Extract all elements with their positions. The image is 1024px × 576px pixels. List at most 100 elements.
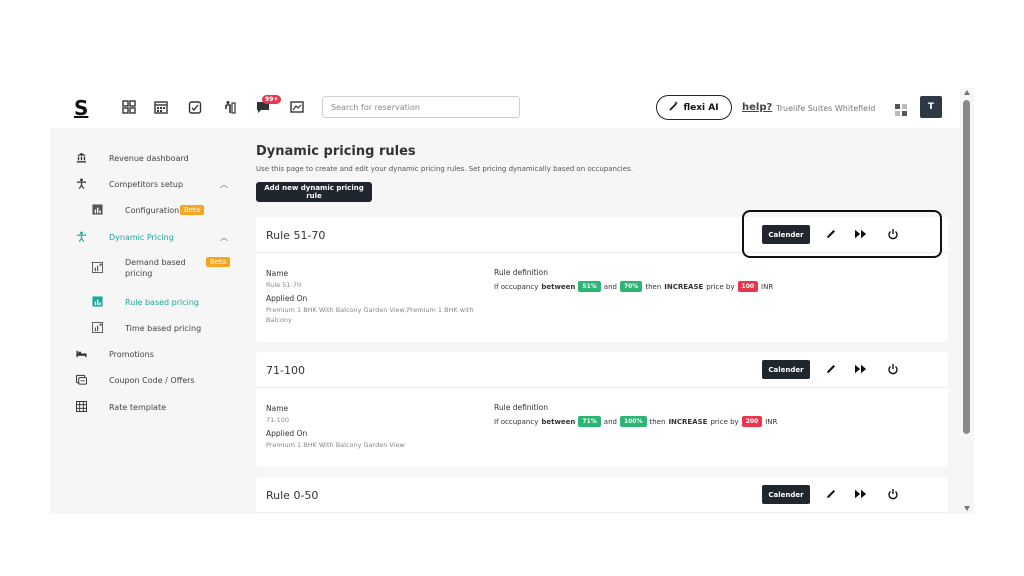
calendar-check-icon[interactable]: [186, 98, 204, 116]
sidebar-item-label: Rate template: [109, 403, 166, 412]
sidebar-item-demand-based-pricing[interactable]: Demand based pricing Beta: [50, 256, 240, 282]
chart-plus-icon: [92, 262, 104, 274]
user-avatar[interactable]: T: [920, 96, 942, 118]
app-logo[interactable]: S: [74, 96, 88, 120]
occupancy-to-pill: 70%: [619, 281, 643, 292]
rule-card: Rule 0-50 Calender: [256, 477, 948, 514]
occupancy-from-pill: 71%: [578, 416, 601, 427]
currency-text: INR: [765, 417, 778, 426]
sidebar-item-label: Demand based pricing: [125, 258, 186, 278]
calender-button[interactable]: Calender: [762, 360, 810, 379]
text-increase: INCREASE: [668, 417, 708, 426]
hotel-name[interactable]: Truelife Suites Whitefield: [776, 104, 875, 113]
text-between: between: [541, 282, 576, 291]
edit-icon[interactable]: [824, 487, 838, 501]
currency-text: INR: [761, 282, 774, 291]
applied-on-value: Premium 1 BHK With Balcony Garden View,P…: [266, 306, 474, 324]
text-and: and: [603, 417, 617, 426]
page-description: Use this page to create and edit your dy…: [256, 165, 633, 173]
scroll-down-arrow-icon[interactable]: [964, 506, 970, 511]
rule-name-value: Rule 51-70: [266, 281, 302, 289]
person-icon: [76, 231, 88, 243]
table-icon: [75, 400, 88, 413]
occupancy-from-pill: 51%: [578, 281, 601, 292]
sidebar-item-rate-template[interactable]: Rate template: [50, 399, 240, 419]
rule-definition-text: If occupancy between 51% and 70% then IN…: [494, 281, 773, 292]
sidebar-item-revenue-dashboard[interactable]: Revenue dashboard: [50, 150, 240, 170]
name-label: Name: [266, 404, 289, 413]
scrollbar-thumb[interactable]: [963, 100, 970, 434]
beta-badge: Beta: [180, 205, 205, 215]
notification-badge: 99+: [262, 95, 282, 104]
sidebar-item-label: Promotions: [109, 350, 154, 359]
sidebar-item-label: Revenue dashboard: [109, 154, 189, 163]
app-window: S 99+ flexi AI help? Truelife Suites Wh: [50, 88, 974, 514]
sidebar-item-configuration[interactable]: Configuration Beta: [50, 202, 240, 222]
text-if-occupancy: If occupancy: [494, 282, 539, 291]
sidebar-item-label: Coupon Code / Offers: [109, 376, 195, 385]
sidebar-item-label: Configuration: [125, 206, 180, 215]
text-increase: INCREASE: [664, 282, 704, 291]
fast-forward-icon[interactable]: [854, 362, 868, 376]
sidebar-item-competitors-setup[interactable]: Competitors setup ︿: [50, 176, 240, 196]
text-price-by: price by: [710, 417, 739, 426]
rule-name-value: 71-100: [266, 416, 290, 424]
rule-title: Rule 51-70: [266, 229, 326, 242]
checkout-icon[interactable]: [220, 98, 238, 116]
power-icon[interactable]: [886, 362, 900, 376]
chart-icon: [92, 204, 104, 216]
edit-icon[interactable]: [824, 362, 838, 376]
dashboard-icon[interactable]: [120, 98, 138, 116]
text-and: and: [603, 282, 617, 291]
actions-highlight-outline: [742, 210, 942, 258]
image-icon[interactable]: [288, 98, 306, 116]
add-dynamic-pricing-rule-button[interactable]: Add new dynamic pricing rule: [256, 182, 372, 202]
chart-icon: [92, 296, 104, 308]
bed-icon: [76, 348, 88, 360]
power-icon[interactable]: [886, 487, 900, 501]
sidebar-item-time-based-pricing[interactable]: Time based pricing: [50, 320, 240, 340]
occupancy-to-pill: 100%: [619, 416, 647, 427]
sidebar-item-label: Time based pricing: [125, 324, 202, 333]
help-link[interactable]: help?: [742, 102, 772, 113]
flexi-ai-label: flexi AI: [683, 102, 719, 113]
text-then: then: [649, 417, 666, 426]
rule-card: 71-100 Calender Name 71-100 Applied On P…: [256, 352, 948, 467]
fast-forward-icon[interactable]: [854, 487, 868, 501]
text-then: then: [645, 282, 662, 291]
page-scrollbar[interactable]: [962, 90, 972, 511]
top-header: S 99+ flexi AI help? Truelife Suites Wh: [50, 88, 960, 128]
page-title: Dynamic pricing rules: [256, 144, 416, 159]
rule-card-header: Rule 0-50 Calender: [256, 477, 948, 513]
sidebar-item-rule-based-pricing[interactable]: Rule based pricing: [50, 294, 240, 314]
rule-card-header: 71-100 Calender: [256, 352, 948, 388]
scroll-up-arrow-icon[interactable]: [964, 90, 970, 95]
sidebar-item-label: Dynamic Pricing: [109, 233, 174, 242]
chevron-up-icon[interactable]: ︿: [220, 179, 228, 190]
sidebar-item-promotions[interactable]: Promotions: [50, 346, 240, 366]
chart-plus-icon: [92, 322, 104, 334]
text-between: between: [541, 417, 576, 426]
price-amount-pill: 100: [737, 281, 759, 292]
calendar-icon[interactable]: [152, 98, 170, 116]
name-label: Name: [266, 269, 289, 278]
rule-definition-label: Rule definition: [494, 403, 549, 412]
rule-title: 71-100: [266, 364, 305, 377]
text-if-occupancy: If occupancy: [494, 417, 539, 426]
sidebar-item-label: Competitors setup: [109, 180, 184, 189]
chevron-up-icon[interactable]: ︿: [220, 232, 228, 243]
calender-button[interactable]: Calender: [762, 485, 810, 504]
beta-badge: Beta: [206, 257, 231, 267]
rule-title: Rule 0-50: [266, 489, 319, 502]
search-input[interactable]: [322, 96, 520, 118]
magic-wand-icon: [669, 101, 679, 114]
sidebar-item-coupon-code[interactable]: Coupon Code / Offers: [50, 372, 240, 392]
apps-grid-icon[interactable]: [895, 101, 907, 116]
rule-definition-label: Rule definition: [494, 268, 549, 277]
sidebar-item-dynamic-pricing[interactable]: Dynamic Pricing ︿: [50, 229, 240, 249]
price-amount-pill: 200: [741, 416, 763, 427]
flexi-ai-button[interactable]: flexi AI: [656, 95, 732, 120]
rule-definition-text: If occupancy between 71% and 100% then I…: [494, 416, 777, 427]
applied-on-value: Premium 1 BHK With Balcony Garden View: [266, 441, 405, 449]
person-icon: [76, 178, 88, 190]
